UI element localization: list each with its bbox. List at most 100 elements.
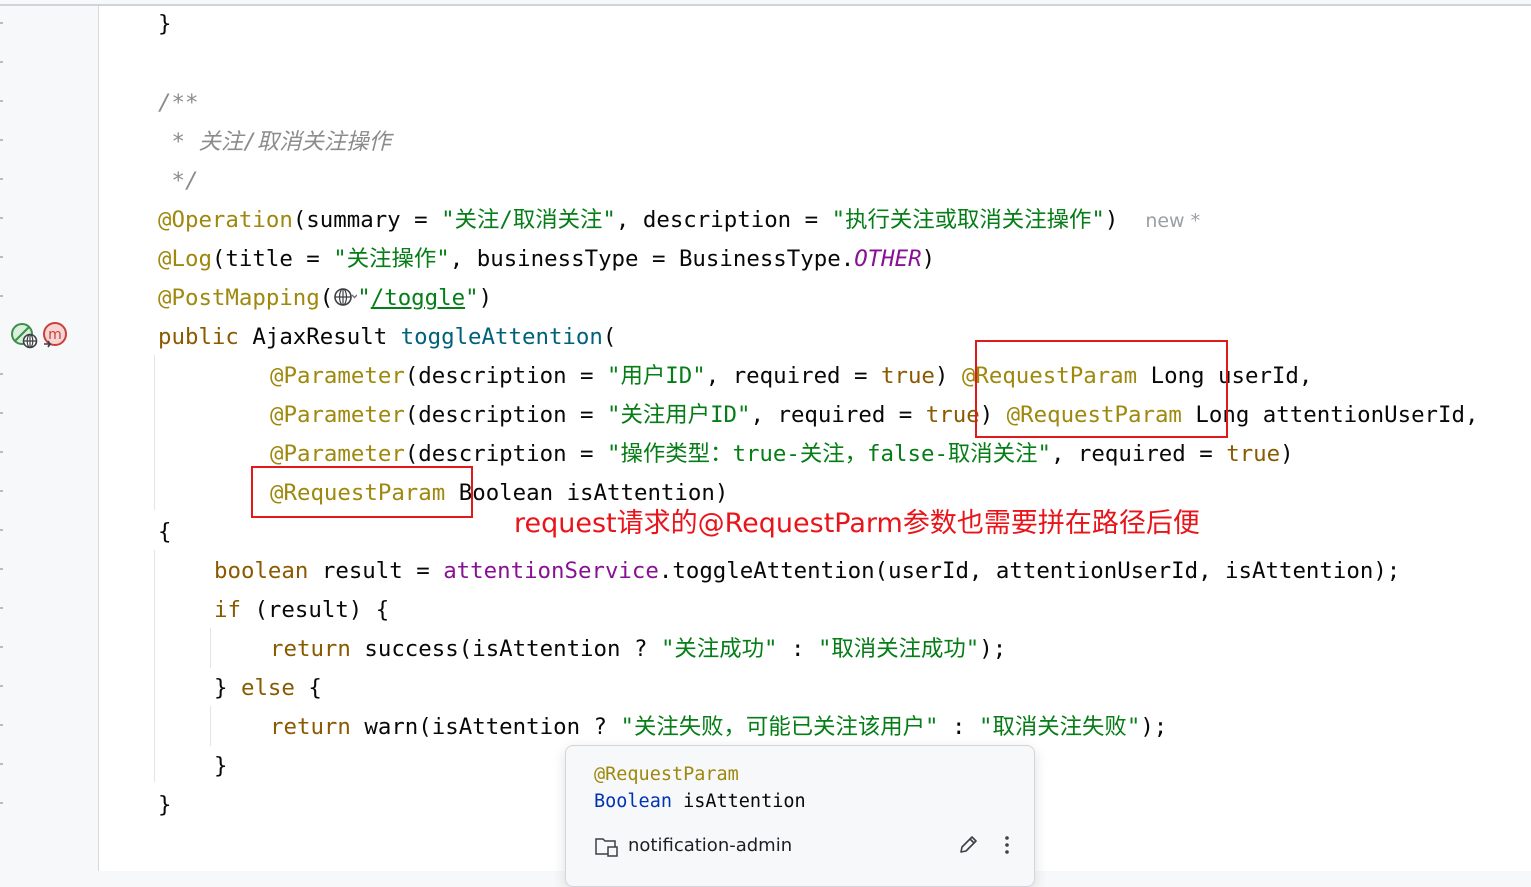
code-line[interactable]: } [158, 786, 171, 825]
gutter-mark [0, 256, 3, 258]
keyword: return [270, 714, 351, 740]
gutter-mark [0, 412, 3, 414]
string-literal: "关注失败，可能已关注该用户" [620, 714, 939, 740]
gutter-mark [0, 490, 3, 492]
string-quote: " [465, 285, 479, 311]
project-name: notification-admin [628, 835, 793, 856]
annotation: @PostMapping [158, 285, 320, 311]
popup-type: Boolean [594, 791, 672, 812]
gutter-mark [0, 568, 3, 570]
gutter-mark [0, 100, 3, 102]
code-text: , required = [705, 363, 881, 389]
code-text: , required = [750, 402, 926, 428]
keyword: public [158, 324, 239, 350]
code-line[interactable]: { [158, 513, 171, 552]
popup-annotation: @RequestParam [594, 764, 739, 785]
gutter-mark [0, 295, 3, 297]
code-line[interactable]: if (result) { [214, 591, 389, 630]
indent-guide [210, 628, 211, 668]
gutter-mark [0, 61, 3, 63]
gutter-mark [0, 685, 3, 687]
gutter-mark [0, 22, 3, 24]
string-literal: "操作类型：true-关注，false-取消关注" [607, 441, 1051, 467]
code-text: success(isAttention ? [350, 636, 661, 662]
vcs-author-hint[interactable]: new * [1145, 210, 1200, 232]
code-line[interactable]: return warn(isAttention ? "关注失败，可能已关注该用户… [270, 708, 1167, 747]
string-literal: "关注/取消关注" [441, 207, 616, 233]
code-text: , businessType = BusinessType. [449, 246, 855, 272]
code-text: result = [308, 558, 444, 584]
indent-guide [154, 550, 155, 782]
highlight-box-request-params [975, 340, 1228, 438]
code-text: (description = [404, 363, 608, 389]
method-name[interactable]: toggleAttention [401, 324, 603, 350]
module-folder-icon [595, 838, 618, 857]
highlight-box-boolean-param [251, 466, 473, 518]
code-text: : [938, 714, 979, 740]
editor-gutter[interactable] [0, 6, 98, 871]
gutter-mark [0, 139, 3, 141]
gutter-mark [0, 802, 3, 804]
code-line[interactable]: @Parameter(description = "关注用户ID", requi… [270, 396, 1478, 435]
method-marker-icon[interactable]: m [40, 320, 70, 350]
more-options-icon[interactable] [998, 834, 1016, 856]
code-text: warn(isAttention ? [350, 714, 621, 740]
code-line[interactable]: * 关注/取消关注操作 [158, 123, 391, 162]
annotation: @Log [158, 246, 212, 272]
url-path-link[interactable]: /toggle [371, 285, 465, 311]
edit-pencil-icon[interactable] [957, 834, 979, 856]
code-text: (summary = [292, 207, 442, 233]
code-text: } [214, 753, 228, 779]
quick-doc-popup[interactable]: @RequestParam Boolean isAttention notifi… [565, 745, 1035, 887]
code-line[interactable]: } [214, 747, 227, 786]
doc-comment: */ [158, 168, 199, 194]
gutter-mark [0, 451, 3, 453]
doc-comment: /** [158, 90, 199, 116]
annotation-note: request请求的@RequestParm参数也需要拼在路径后便 [514, 508, 1200, 539]
gutter-mark [0, 646, 3, 648]
code-text: ( [319, 285, 334, 311]
code-line[interactable]: } [158, 5, 171, 44]
code-line[interactable]: return success(isAttention ? "关注成功" : "取… [270, 630, 1006, 669]
code-text: ) [921, 246, 936, 272]
string-quote: " [357, 285, 371, 311]
keyword: return [270, 636, 351, 662]
code-line[interactable]: } else { [214, 669, 322, 708]
code-text: (description = [404, 402, 608, 428]
code-text: (description = [404, 441, 608, 467]
code-text: { [158, 519, 172, 545]
keyword: else [240, 675, 295, 701]
code-text: .toggleAttention(userId, attentionUserId… [658, 558, 1401, 584]
web-endpoint-icon[interactable] [10, 322, 40, 350]
code-text: , description = [615, 207, 832, 233]
code-line[interactable]: /** [158, 84, 198, 123]
code-line[interactable]: @Operation(summary = "关注/取消关注", descript… [158, 201, 1200, 240]
code-line[interactable]: public AjaxResult toggleAttention( [158, 318, 616, 357]
annotation: @Operation [158, 207, 293, 233]
code-text: ) [1104, 207, 1119, 233]
code-line[interactable]: @Log(title = "关注操作", businessType = Busi… [158, 240, 935, 279]
svg-text:m: m [48, 327, 62, 343]
indent-guide [210, 706, 211, 746]
code-text: ( [602, 324, 617, 350]
code-line[interactable]: */ [158, 162, 198, 201]
keyword: true [1226, 441, 1281, 467]
gutter-mark [0, 607, 3, 609]
indent-guide [154, 355, 155, 510]
popup-signature: Boolean isAttention [594, 791, 806, 812]
code-text: (result) { [240, 597, 390, 623]
keyword: true [880, 363, 935, 389]
doc-comment: * 关注/取消关注操作 [158, 129, 392, 155]
annotation: @Parameter [270, 441, 405, 467]
keyword: if [214, 597, 241, 623]
gutter-mark [0, 217, 3, 219]
code-text: ) [1280, 441, 1294, 467]
code-line[interactable]: boolean result = attentionService.toggle… [214, 552, 1400, 591]
code-text: , required = [1050, 441, 1227, 467]
code-line[interactable]: @PostMapping("/toggle") [158, 279, 492, 318]
string-literal: "用户ID" [607, 363, 706, 389]
globe-icon[interactable] [333, 285, 358, 309]
field-reference[interactable]: attentionService [443, 558, 659, 584]
code-text: { [294, 675, 322, 701]
string-literal: "关注用户ID" [607, 402, 751, 428]
